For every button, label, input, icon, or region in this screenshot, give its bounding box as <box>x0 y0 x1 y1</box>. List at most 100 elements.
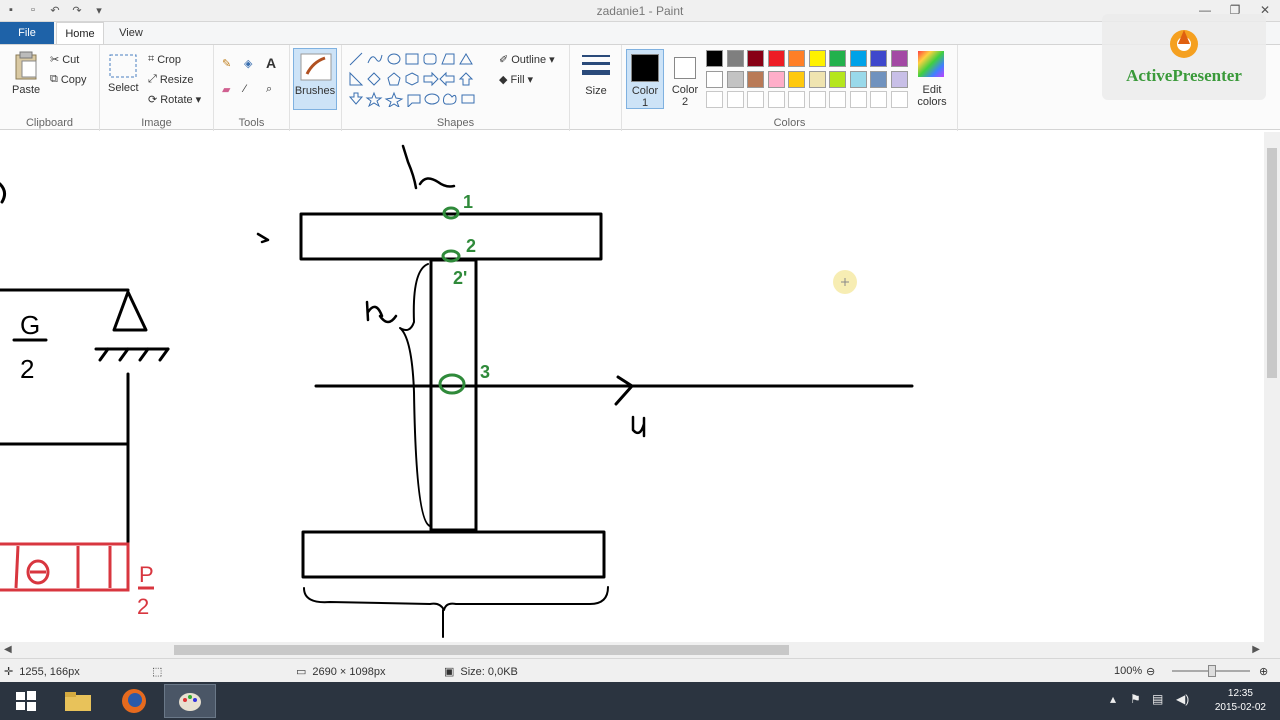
palette-swatch[interactable] <box>706 70 723 88</box>
paint-taskbar-button[interactable] <box>164 684 216 718</box>
y-label-drawing <box>631 415 646 438</box>
palette-swatch[interactable] <box>767 91 785 108</box>
firefox-button[interactable] <box>108 684 160 718</box>
zoom-in-button[interactable]: ⊕ <box>1259 665 1268 678</box>
palette-swatch[interactable] <box>870 70 887 88</box>
palette-swatch[interactable] <box>890 91 908 108</box>
palette-swatch[interactable] <box>890 70 908 88</box>
scroll-left-arrow[interactable]: ◀ <box>4 644 12 655</box>
palette-swatch[interactable] <box>747 50 764 67</box>
palette-swatch[interactable] <box>829 70 846 88</box>
shapes-gallery[interactable] <box>348 51 488 107</box>
text-button[interactable]: A <box>266 55 276 71</box>
outline-icon: ✐ <box>499 54 509 66</box>
vertical-scroll-thumb[interactable] <box>1267 148 1277 378</box>
cut-button[interactable]: ✂ Cut <box>50 53 79 67</box>
point-2-prime-label: 2' <box>453 268 467 288</box>
network-icon[interactable]: ▤ <box>1152 692 1163 706</box>
tools-group: ✎ ◈ A ▰ ⁄ ⌕ Tools <box>214 45 290 131</box>
copy-button[interactable]: ⧉ Copy <box>50 73 87 86</box>
palette-swatch[interactable] <box>890 50 908 67</box>
clipboard-group-label: Clipboard <box>25 117 74 129</box>
selection-icon: ⬚ <box>152 666 163 678</box>
palette-swatch[interactable] <box>788 91 805 108</box>
vertical-scrollbar[interactable] <box>1264 132 1280 658</box>
paste-button[interactable]: Paste <box>12 51 40 96</box>
image-group: Select ⌗ Crop ⤢ Resize ⟳ Rotate ▾ Image <box>100 45 214 131</box>
magnifier-button[interactable]: ⌕ <box>266 83 272 96</box>
plus-circle-icon: ⊕ <box>1259 666 1269 678</box>
start-button[interactable] <box>0 684 52 718</box>
scroll-right-arrow[interactable]: ▶ <box>1252 644 1260 655</box>
palette-swatch[interactable] <box>788 50 805 67</box>
palette-swatch[interactable] <box>849 50 867 67</box>
fill-label: Fill <box>510 73 525 86</box>
palette-swatch[interactable] <box>829 50 846 67</box>
palette-swatch[interactable] <box>788 70 805 88</box>
drawing-canvas[interactable]: 1 2 2' 3 G 2 P 2 <box>0 132 1264 642</box>
flag-icon[interactable]: ⚑ <box>1130 692 1141 706</box>
resize-label: Resize <box>159 73 194 86</box>
h2-label-drawing <box>365 300 398 324</box>
drawing-svg[interactable]: 1 2 2' 3 G 2 P 2 <box>0 132 1264 642</box>
palette-swatch[interactable] <box>808 50 826 67</box>
palette-swatch[interactable] <box>767 50 785 67</box>
zoom-out-button[interactable]: ⊖ <box>1146 665 1155 678</box>
fill-button[interactable]: ◈ <box>244 57 252 70</box>
color-picker-button[interactable]: ⁄ <box>244 83 246 95</box>
color2-button[interactable]: Color 2 <box>666 49 704 109</box>
crop-button[interactable]: ⌗ Crop <box>148 53 181 66</box>
horizontal-scroll-thumb[interactable] <box>174 645 789 655</box>
tab-file[interactable]: File <box>0 22 54 44</box>
volume-icon[interactable]: ◀) <box>1176 692 1189 706</box>
hatch <box>118 347 130 362</box>
line-size-icon <box>582 55 610 75</box>
palette-swatch[interactable] <box>849 70 867 88</box>
palette-swatch[interactable] <box>767 70 785 88</box>
palette-swatch[interactable] <box>870 91 887 108</box>
edit-colors-button[interactable]: Edit colors <box>912 49 952 109</box>
cut-icon: ✂ <box>50 54 60 66</box>
color1-swatch <box>631 54 659 82</box>
image-group-label: Image <box>141 117 172 129</box>
palette-swatch[interactable] <box>829 91 846 108</box>
select-button[interactable]: Select <box>108 53 139 94</box>
pencil-button[interactable]: ✎ <box>222 57 231 70</box>
paste-label: Paste <box>12 84 41 96</box>
palette-swatch[interactable] <box>706 91 723 108</box>
zoom-slider-thumb[interactable] <box>1208 665 1216 677</box>
color1-button[interactable]: Color 1 <box>626 49 664 109</box>
brushes-button[interactable]: Brushes <box>293 48 337 110</box>
rotate-button[interactable]: ⟳ Rotate ▾ <box>148 93 201 107</box>
outline-button[interactable]: ✐ Outline ▾ <box>499 53 555 67</box>
clipboard-group: Paste ✂ Cut ⧉ Copy Clipboard <box>0 45 100 131</box>
disk-icon: ▣ <box>444 666 455 678</box>
palette-swatch[interactable] <box>747 91 764 108</box>
palette-swatch[interactable] <box>726 70 744 88</box>
taskbar-clock[interactable]: 12:35 2015-02-02 <box>1215 687 1266 715</box>
palette-swatch[interactable] <box>808 91 826 108</box>
zoom-slider[interactable] <box>1172 665 1250 677</box>
palette-swatch[interactable] <box>849 91 867 108</box>
fill-dropdown-button[interactable]: ◆ Fill ▾ <box>499 73 533 87</box>
fraction-numerator: G <box>20 310 40 340</box>
palette-swatch[interactable] <box>870 50 887 67</box>
palette-swatch[interactable] <box>726 50 744 67</box>
file-explorer-button[interactable] <box>52 684 104 718</box>
palette-swatch[interactable] <box>808 70 826 88</box>
palette-swatch[interactable] <box>747 70 764 88</box>
web <box>429 258 478 532</box>
color2-swatch <box>674 57 696 79</box>
crop-icon: ⌗ <box>148 53 155 65</box>
tab-home[interactable]: Home <box>56 22 104 44</box>
eraser-button[interactable]: ▰ <box>222 83 230 96</box>
horizontal-scrollbar[interactable]: ◀ ▶ <box>0 642 1264 658</box>
flange-width-brace <box>303 586 609 611</box>
palette-swatch[interactable] <box>706 50 723 67</box>
size-button[interactable]: Size <box>580 51 612 111</box>
tab-view[interactable]: View <box>108 22 154 44</box>
size-label: Size <box>585 85 607 97</box>
palette-swatch[interactable] <box>726 91 744 108</box>
show-hidden-icons[interactable]: ▴ <box>1110 692 1116 706</box>
resize-button[interactable]: ⤢ Resize <box>148 73 193 86</box>
